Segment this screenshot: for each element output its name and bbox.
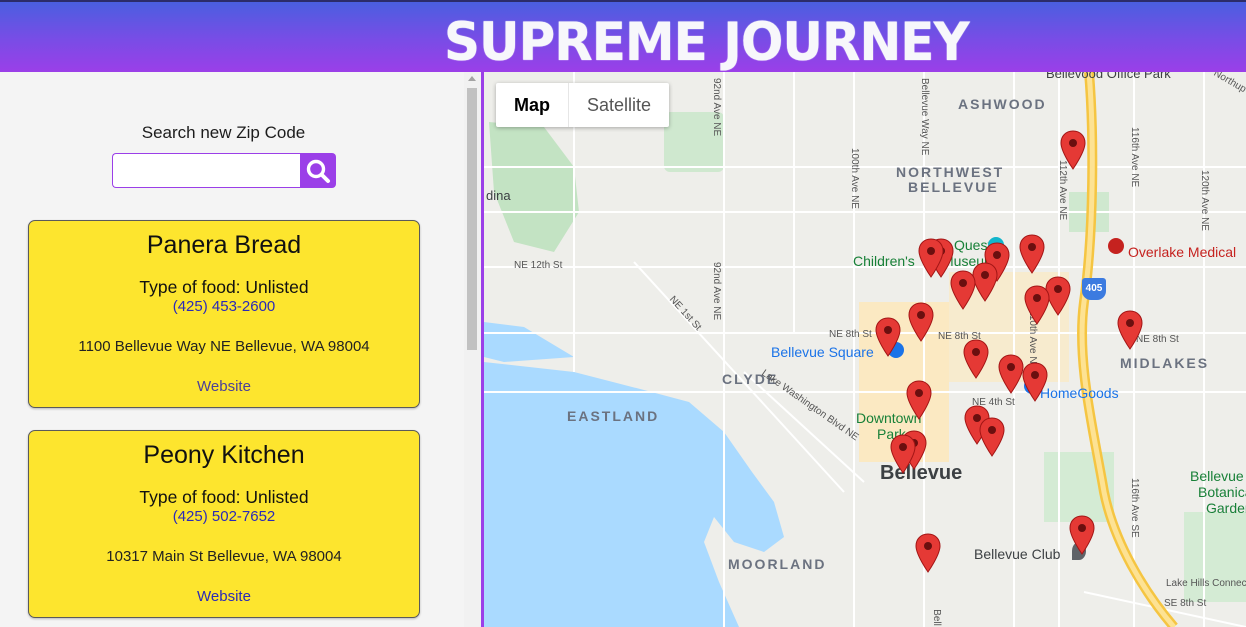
map-label: dina bbox=[486, 188, 511, 203]
website-link[interactable]: Website bbox=[29, 588, 419, 605]
hospital-icon bbox=[1108, 238, 1124, 254]
restaurant-marker-icon[interactable] bbox=[1069, 515, 1095, 555]
map-label: EASTLAND bbox=[567, 408, 660, 424]
map-label: MOORLAND bbox=[728, 556, 827, 572]
map-street-label: Bellevue Way NE bbox=[919, 78, 930, 156]
brand-title: SUPREME JOURNEY bbox=[444, 11, 970, 73]
restaurant-marker-icon[interactable] bbox=[906, 380, 932, 420]
scroll-thumb[interactable] bbox=[467, 88, 477, 350]
map-poi-label: Botanica bbox=[1198, 484, 1246, 500]
search-label: Search new Zip Code bbox=[141, 123, 306, 142]
restaurant-marker-icon[interactable] bbox=[1019, 234, 1045, 274]
map-view[interactable]: Map Satellite ASHWOOD NORTHWEST BELLEVUE… bbox=[484, 72, 1246, 627]
restaurant-marker-icon[interactable] bbox=[890, 434, 916, 474]
map-street-label: 116th Ave SE bbox=[1129, 478, 1140, 538]
restaurant-marker-icon[interactable] bbox=[1060, 130, 1086, 170]
restaurant-marker-icon[interactable] bbox=[1024, 285, 1050, 325]
map-poi-label: Bellevood Office Park bbox=[1046, 72, 1171, 81]
website-link[interactable]: Website bbox=[29, 378, 419, 395]
phone-number[interactable]: (425) 502-7652 bbox=[29, 508, 419, 525]
map-street-label: 92nd Ave NE bbox=[711, 262, 722, 321]
restaurant-marker-icon[interactable] bbox=[1117, 310, 1143, 350]
map-poi-label: HomeGoods bbox=[1040, 385, 1119, 401]
sidebar-scrollbar[interactable] bbox=[464, 72, 481, 627]
map-street-label: 116th Ave NE bbox=[1129, 127, 1140, 188]
map-street-label: Lake Hills Connector bbox=[1166, 578, 1246, 589]
map-poi-label: Bellevue bbox=[1190, 468, 1244, 484]
address: 10317 Main St Bellevue, WA 98004 bbox=[106, 548, 342, 565]
map-label: BELLEVUE bbox=[908, 179, 999, 195]
map-label: ASHWOOD bbox=[958, 96, 1047, 112]
map-street-label: 100th Ave NE bbox=[849, 148, 860, 209]
app-header: SUPREME JOURNEY bbox=[0, 0, 1246, 72]
interstate-405-shield-icon: 405 bbox=[1082, 278, 1106, 300]
map-street-label: 92nd Ave NE bbox=[711, 78, 722, 137]
restaurant-marker-icon[interactable] bbox=[963, 339, 989, 379]
map-poi-label: Bellevue Club bbox=[974, 546, 1061, 562]
restaurant-name: Peony Kitchen bbox=[143, 441, 305, 469]
search-button[interactable] bbox=[300, 153, 336, 188]
restaurant-marker-icon[interactable] bbox=[1022, 362, 1048, 402]
restaurant-marker-icon[interactable] bbox=[998, 354, 1024, 394]
scroll-up-arrow-icon[interactable] bbox=[468, 76, 476, 81]
map-type-map-button[interactable]: Map bbox=[496, 83, 568, 127]
map-poi-label: Bellevue Square bbox=[771, 344, 874, 360]
map-street-label: Bell bbox=[930, 609, 942, 626]
map-type-toggle[interactable]: Map Satellite bbox=[496, 83, 670, 127]
map-label: MIDLAKES bbox=[1120, 355, 1210, 371]
restaurant-name: Panera Bread bbox=[146, 231, 302, 259]
search-icon bbox=[306, 159, 330, 183]
restaurant-marker-icon[interactable] bbox=[950, 270, 976, 310]
restaurant-card: Panera Bread Type of food: Unlisted (425… bbox=[28, 220, 420, 408]
map-poi-label: Overlake Medical bbox=[1128, 244, 1237, 260]
map-poi-label: Garden bbox=[1206, 500, 1246, 516]
restaurant-marker-icon[interactable] bbox=[979, 417, 1005, 457]
food-type: Type of food: Unlisted bbox=[139, 277, 309, 297]
zip-search-input[interactable] bbox=[112, 153, 301, 188]
map-street-label: NE 8th St bbox=[829, 329, 872, 340]
restaurant-card: Peony Kitchen Type of food: Unlisted (42… bbox=[28, 430, 420, 618]
restaurant-marker-icon[interactable] bbox=[918, 238, 944, 278]
food-type: Type of food: Unlisted bbox=[139, 487, 309, 507]
map-street-label: SE 8th St bbox=[1164, 598, 1207, 609]
map-label: NORTHWEST bbox=[896, 164, 1005, 180]
map-type-satellite-button[interactable]: Satellite bbox=[568, 83, 669, 127]
map-street-label: NE 12th St bbox=[514, 260, 563, 271]
restaurant-marker-icon[interactable] bbox=[915, 533, 941, 573]
address: 1100 Bellevue Way NE Bellevue, WA 98004 bbox=[78, 338, 370, 355]
restaurant-marker-icon[interactable] bbox=[875, 317, 901, 357]
map-street-label: 120th Ave NE bbox=[1199, 170, 1210, 231]
phone-number[interactable]: (425) 453-2600 bbox=[29, 298, 419, 315]
map-poi-label: Children's bbox=[853, 253, 915, 269]
restaurant-marker-icon[interactable] bbox=[908, 302, 934, 342]
